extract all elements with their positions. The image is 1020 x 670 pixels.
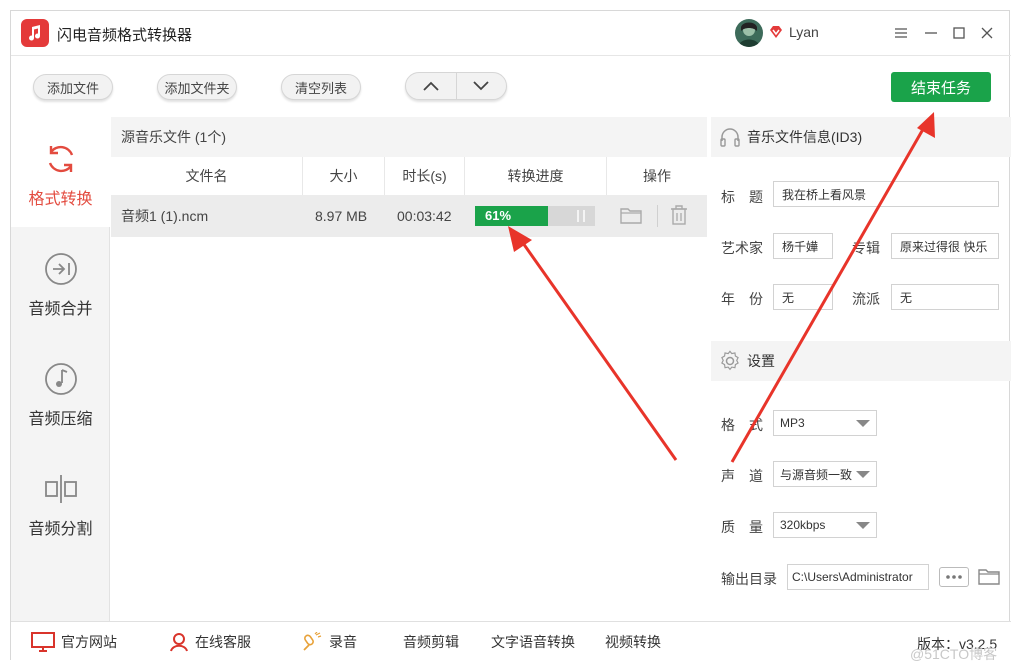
output-dir-field[interactable]: C:\Users\Administrator (787, 564, 929, 590)
quality-label: 质 量 (721, 519, 763, 535)
sidebar-item-format-convert[interactable]: 格式转换 (11, 117, 110, 227)
menu-icon[interactable] (891, 23, 911, 43)
move-up-button[interactable] (406, 73, 457, 99)
clear-list-button[interactable]: 清空列表 (281, 74, 361, 100)
album-label: 专辑 (852, 240, 880, 256)
music-note-icon (44, 363, 77, 395)
column-header-filename: 文件名 (111, 157, 303, 195)
footer: 官方网站 在线客服 录音 音频剪辑 文字语音转换 视频转换 版本：v3.2.5 (11, 621, 1011, 661)
monitor-icon (31, 632, 55, 652)
sidebar-item-audio-merge[interactable]: 音频合并 (11, 227, 110, 337)
column-header-duration: 时长(s) (385, 157, 465, 195)
official-website-link[interactable]: 官方网站 (31, 622, 117, 662)
chevron-down-icon (856, 471, 870, 478)
channel-select[interactable]: 与源音频一致 (773, 461, 877, 487)
sidebar-item-label: 音频合并 (28, 301, 93, 318)
add-file-button[interactable]: 添加文件 (33, 74, 113, 100)
sidebar-item-label: 格式转换 (28, 191, 93, 208)
sidebar-item-audio-split[interactable]: 音频分割 (11, 447, 110, 557)
chevron-down-icon (856, 420, 870, 427)
file-list-header: 源音乐文件 (1个) (111, 117, 707, 157)
app-window: 闪电音频格式转换器 Lyan 添加文件 添加文件夹 清空列表 结束任务 格式转换… (10, 10, 1011, 661)
chevron-down-icon (473, 81, 489, 91)
vip-badge-icon (769, 25, 783, 44)
conversion-progress-bar: 61% (475, 206, 595, 226)
app-title: 闪电音频格式转换器 (57, 27, 193, 44)
sidebar-item-label: 音频分割 (28, 521, 93, 538)
add-folder-button[interactable]: 添加文件夹 (157, 74, 237, 100)
artist-field[interactable]: 杨千嬅 (773, 233, 833, 259)
pause-icon[interactable] (577, 210, 585, 222)
sidebar-item-audio-compress[interactable]: 音频压缩 (11, 337, 110, 447)
id3-info-title: 音乐文件信息(ID3) (747, 129, 863, 145)
genre-label: 流派 (852, 291, 880, 307)
file-size: 8.97 MB (315, 208, 368, 224)
quality-select[interactable]: 320kbps (773, 512, 877, 538)
merge-icon (44, 253, 77, 285)
title-label: 标 题 (721, 189, 763, 205)
app-logo-icon (21, 19, 49, 47)
column-header-progress: 转换进度 (465, 157, 607, 195)
username[interactable]: Lyan (789, 24, 819, 40)
column-header-actions: 操作 (643, 168, 671, 184)
action-divider (657, 205, 658, 227)
format-value: MP3 (780, 416, 805, 430)
channel-value: 与源音频一致 (780, 467, 853, 482)
genre-field[interactable]: 无 (891, 284, 999, 310)
record-label: 录音 (329, 634, 357, 650)
year-label: 年 份 (721, 291, 763, 307)
online-service-label: 在线客服 (195, 634, 251, 650)
sidebar: 格式转换 音频合并 音频压缩 音频分割 (11, 117, 110, 621)
end-task-button[interactable]: 结束任务 (891, 72, 991, 102)
format-label: 格 式 (721, 417, 763, 433)
column-header-size: 大小 (303, 157, 385, 195)
avatar[interactable] (735, 19, 763, 47)
close-icon[interactable] (977, 23, 997, 43)
file-list-panel: 源音乐文件 (1个) 文件名 大小 时长(s) 转换进度 操作 音频1 (1).… (111, 117, 707, 621)
headphones-icon (720, 128, 740, 147)
album-field[interactable]: 原来过得很 快乐 (891, 233, 999, 259)
microphone-icon (303, 632, 322, 651)
minimize-icon[interactable] (921, 23, 941, 43)
open-folder-icon[interactable] (619, 205, 643, 230)
chevron-down-icon (856, 522, 870, 529)
toolbar: 添加文件 添加文件夹 清空列表 结束任务 (11, 55, 1011, 117)
video-convert-link[interactable]: 视频转换 (605, 622, 661, 662)
output-dir-label: 输出目录 (721, 571, 777, 587)
refresh-icon (48, 145, 73, 173)
user-icon (170, 633, 188, 652)
record-link[interactable]: 录音 (301, 622, 357, 662)
format-select[interactable]: MP3 (773, 410, 877, 436)
id3-info-header: 音乐文件信息(ID3) (711, 117, 1011, 157)
chevron-up-icon (423, 81, 439, 91)
table-row[interactable]: 音频1 (1).ncm 8.97 MB 00:03:42 61% (111, 195, 707, 237)
official-website-label: 官方网站 (61, 634, 117, 650)
trash-icon[interactable] (669, 204, 689, 231)
sidebar-item-label: 音频压缩 (28, 411, 93, 428)
tts-link[interactable]: 文字语音转换 (491, 622, 575, 662)
artist-label: 艺术家 (721, 240, 763, 256)
split-icon (44, 475, 77, 503)
maximize-icon[interactable] (949, 23, 969, 43)
quality-value: 320kbps (780, 518, 826, 532)
online-service-link[interactable]: 在线客服 (169, 622, 251, 662)
right-panel: 音乐文件信息(ID3) 标 题 我在桥上看风景 艺术家 杨千嬅 专辑 原来过得很… (711, 117, 1011, 621)
title-field[interactable]: 我在桥上看风景 (773, 181, 999, 207)
open-output-folder-icon[interactable] (977, 566, 1001, 591)
settings-title: 设置 (747, 353, 775, 369)
watermark: @51CTO博客 (910, 646, 998, 662)
channel-label: 声 道 (721, 468, 763, 484)
file-duration: 00:03:42 (397, 208, 452, 224)
more-icon (946, 575, 962, 579)
progress-text: 61% (485, 208, 512, 223)
gear-icon (721, 350, 739, 371)
year-field[interactable]: 无 (773, 284, 833, 310)
browse-button[interactable] (939, 567, 969, 587)
file-name: 音频1 (1).ncm (121, 208, 209, 224)
audio-edit-link[interactable]: 音频剪辑 (403, 622, 459, 662)
settings-header: 设置 (711, 341, 1011, 381)
reorder-buttons (405, 72, 507, 100)
move-down-button[interactable] (457, 73, 507, 99)
title-bar: 闪电音频格式转换器 Lyan (11, 11, 1011, 55)
